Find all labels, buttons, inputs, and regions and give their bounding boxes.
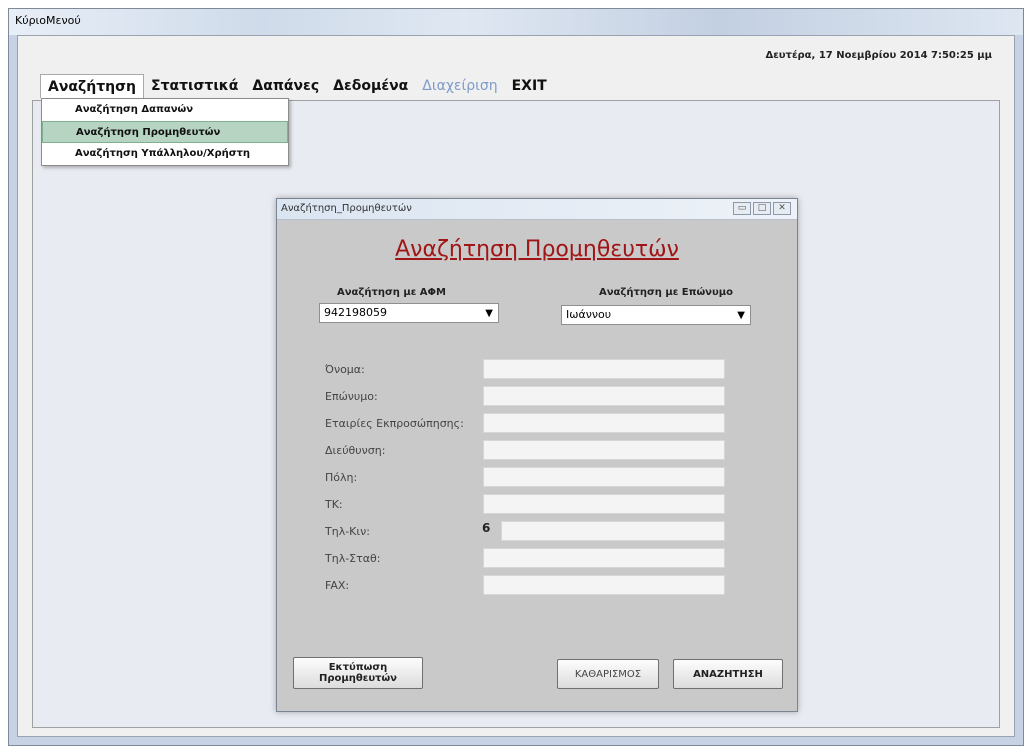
companies-field[interactable] <box>483 413 725 433</box>
main-window: ΚύριοΜενού Δευτέρα, 17 Νοεμβρίου 2014 7:… <box>8 8 1024 746</box>
mobile-phone-prefix: 6 <box>482 521 491 535</box>
title-bar[interactable]: ΚύριοΜενού <box>9 9 1023 35</box>
address-label: Διεύθυνση: <box>325 444 386 457</box>
city-field[interactable] <box>483 467 725 487</box>
menu-item-search[interactable]: Αναζήτηση <box>40 74 144 98</box>
clear-button[interactable]: ΚΑΘΑΡΙΣΜΟΣ <box>557 659 659 689</box>
dropdown-item-search-expenses[interactable]: Αναζήτηση Δαπανών <box>42 99 288 121</box>
chevron-down-icon[interactable]: ▼ <box>737 307 745 325</box>
search-dropdown-menu: Αναζήτηση Δαπανών Αναζήτηση Προμηθευτών … <box>41 98 289 166</box>
last-name-label: Επώνυμο: <box>325 390 378 403</box>
menu-bar: Αναζήτηση Στατιστικά Δαπάνες Δεδομένα Δι… <box>40 74 554 98</box>
chevron-down-icon[interactable]: ▼ <box>485 305 493 323</box>
postal-code-label: ΤΚ: <box>325 498 343 511</box>
menu-item-statistics[interactable]: Στατιστικά <box>144 74 245 98</box>
dialog-titlebar[interactable]: Αναζήτηση_Προμηθευτών ▭ □ ✕ <box>277 199 797 220</box>
fax-field[interactable] <box>483 575 725 595</box>
dialog-title: Αναζήτηση_Προμηθευτών <box>281 203 412 214</box>
surname-search-label: Αναζήτηση με Επώνυμο <box>599 287 733 298</box>
city-label: Πόλη: <box>325 471 358 484</box>
close-icon[interactable]: ✕ <box>773 202 791 215</box>
supplier-search-dialog: Αναζήτηση_Προμηθευτών ▭ □ ✕ Αναζήτηση Πρ… <box>276 198 798 712</box>
mobile-phone-label: Τηλ-Κιν: <box>325 525 370 538</box>
window-title: ΚύριοΜενού <box>15 14 81 27</box>
menu-item-expenses[interactable]: Δαπάνες <box>245 74 326 98</box>
address-field[interactable] <box>483 440 725 460</box>
client-area: Δευτέρα, 17 Νοεμβρίου 2014 7:50:25 μμ Αν… <box>17 35 1015 737</box>
search-button[interactable]: ΑΝΑΖΗΤΗΣΗ <box>673 659 783 689</box>
dialog-heading: Αναζήτηση Προμηθευτών <box>395 237 679 262</box>
menu-item-exit[interactable]: EXIT <box>505 74 554 98</box>
menu-item-admin[interactable]: Διαχείριση <box>415 74 504 98</box>
window-controls: ▭ □ ✕ <box>733 202 791 215</box>
dropdown-item-search-employee[interactable]: Αναζήτηση Υπάλληλου/Χρήστη <box>42 143 288 165</box>
surname-select-value: Ιωάννου <box>566 308 612 321</box>
dropdown-item-search-suppliers[interactable]: Αναζήτηση Προμηθευτών <box>42 121 288 143</box>
datetime-label: Δευτέρα, 17 Νοεμβρίου 2014 7:50:25 μμ <box>765 50 993 61</box>
maximize-icon[interactable]: □ <box>753 202 771 215</box>
first-name-label: Όνομα: <box>325 363 365 376</box>
afm-select[interactable]: 942198059 ▼ <box>319 303 499 323</box>
surname-select[interactable]: Ιωάννου ▼ <box>561 305 751 325</box>
fax-label: FAX: <box>325 579 350 592</box>
print-suppliers-button[interactable]: Εκτύπωση Προμηθευτών <box>293 657 423 689</box>
first-name-field[interactable] <box>483 359 725 379</box>
minimize-icon[interactable]: ▭ <box>733 202 751 215</box>
companies-label: Εταιρίες Εκπροσώπησης: <box>325 417 464 430</box>
postal-code-field[interactable] <box>483 494 725 514</box>
mobile-phone-field[interactable] <box>501 521 725 541</box>
menu-item-data[interactable]: Δεδομένα <box>326 74 415 98</box>
last-name-field[interactable] <box>483 386 725 406</box>
landline-phone-field[interactable] <box>483 548 725 568</box>
landline-phone-label: Τηλ-Σταθ: <box>325 552 381 565</box>
afm-search-label: Αναζήτηση με ΑΦΜ <box>337 287 446 298</box>
afm-select-value: 942198059 <box>324 306 387 319</box>
